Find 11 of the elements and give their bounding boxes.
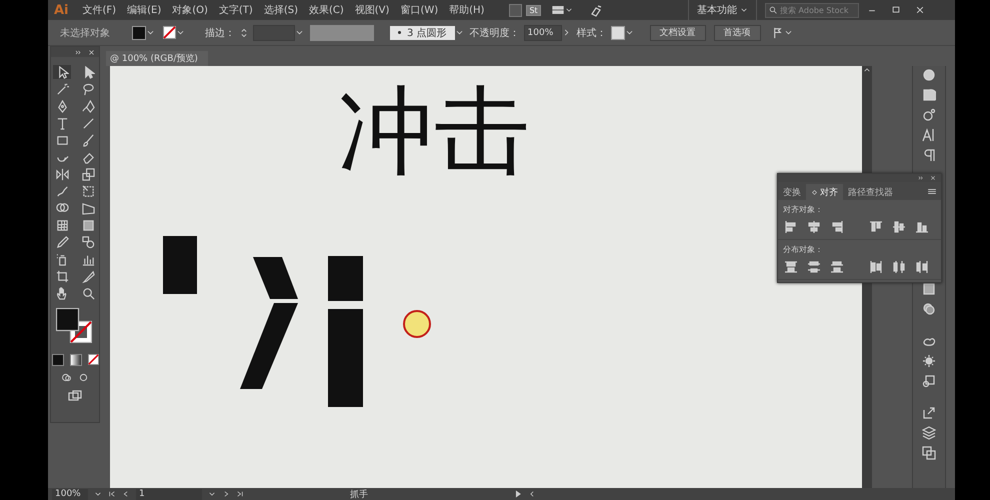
style-label: 样式： — [576, 26, 607, 40]
current-tool: 抓手 — [350, 488, 368, 500]
stroke-label: 描边： — [205, 26, 235, 40]
document-title: @ 100% (RGB/预览) — [110, 52, 198, 65]
section-label: 分布对象： — [782, 244, 824, 256]
app-logo: Ai — [54, 2, 69, 18]
brush-label: 3 点圆形 — [407, 26, 447, 40]
selection-status: 未选择对象 — [60, 26, 110, 40]
canvas-heading: 冲击 — [338, 74, 530, 189]
section-label: 对齐对象： — [782, 204, 824, 216]
opacity-label: 不透明度： — [470, 26, 520, 40]
